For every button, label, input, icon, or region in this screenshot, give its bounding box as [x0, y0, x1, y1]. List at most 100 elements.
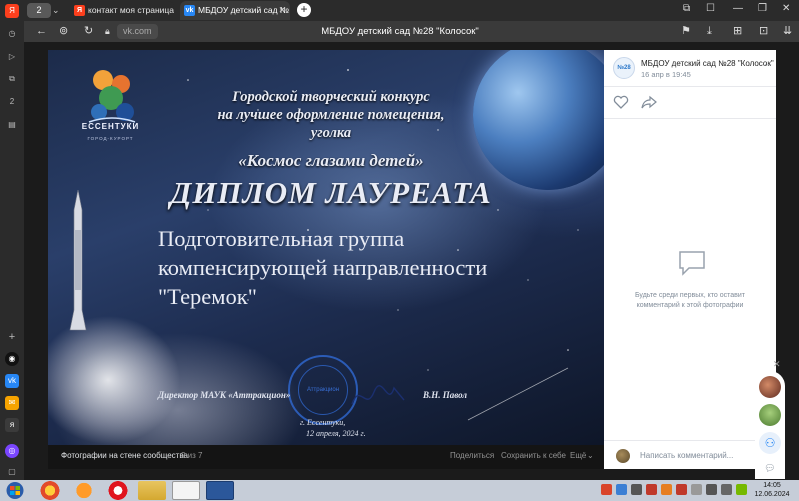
tray-app-icon[interactable] [601, 484, 612, 495]
stamp-text: Аттракцион [306, 387, 340, 393]
alice-icon[interactable]: ◎ [5, 444, 19, 458]
yandex-browser-taskbar-icon[interactable] [36, 481, 64, 500]
photo-counter: 2 из 7 [181, 451, 203, 460]
options-more-button[interactable]: ··· [764, 60, 772, 69]
chevron-down-icon[interactable]: ⌄ [587, 451, 594, 460]
tabs-icon[interactable]: ⧉ [5, 72, 19, 86]
photo-info-panel: №28 МБДОУ детский сад №28 "Колосок" 16 а… [604, 50, 776, 469]
play-icon[interactable]: ▷ [5, 50, 19, 64]
tray-app-icon[interactable] [661, 484, 672, 495]
system-clock[interactable]: 14:05 12.06.2024 [752, 481, 792, 499]
share-link[interactable]: Поделиться [450, 451, 494, 460]
extensions-icon[interactable]: ⊞ [733, 24, 742, 39]
tab-list-chevron-icon[interactable]: ⌄ [52, 3, 62, 18]
yandex-alice-icon[interactable]: Я [5, 4, 19, 18]
browser-tab-bar: 2 ⌄ Я контакт моя страница -- vk МБДОУ д… [0, 0, 799, 21]
tab-counter-button[interactable]: 2 [27, 3, 51, 18]
lock-icon: 🔒︎ [105, 26, 110, 36]
mail-icon[interactable]: ✉ [5, 396, 19, 410]
windows-start-button[interactable] [4, 481, 26, 500]
protect-shield-icon[interactable]: ⊚ [59, 24, 68, 39]
photo-viewer[interactable]: ЕССЕНТУКИ ГОРОД-КУРОРТ Городской творчес… [48, 50, 604, 445]
yandex-icon[interactable]: я [5, 418, 19, 432]
bot-avatar[interactable]: ⚇ [759, 432, 781, 454]
reload-icon[interactable]: ↻ [84, 24, 93, 39]
downloads-badge-icon[interactable]: ⇊ [783, 24, 792, 39]
nvidia-icon[interactable] [736, 484, 747, 495]
tab-label: МБДОУ детский сад № [198, 5, 290, 15]
clock-date: 12.06.2024 [754, 491, 790, 498]
new-tab-button[interactable]: + [297, 3, 311, 17]
contest-heading: Городской творческий конкурс на лучшее о… [108, 88, 554, 142]
tabs-view-icon[interactable]: ⧉ [683, 3, 690, 14]
ai-assistant-icon[interactable]: ◉ [5, 352, 19, 366]
divider [604, 118, 776, 119]
media-player-taskbar-icon[interactable] [70, 481, 98, 500]
share-arrow-icon[interactable] [641, 95, 657, 109]
album-caption-link[interactable]: Фотографии на стене сообщества [61, 451, 188, 460]
file-explorer-taskbar-icon[interactable] [138, 481, 166, 500]
director-name: В.Н. Павол [423, 390, 468, 400]
restore-window-button[interactable]: ❐ [758, 3, 767, 14]
sidebar-settings-icon[interactable]: ▢ [5, 465, 19, 479]
bookmark-flag-icon[interactable]: ⚑ [681, 24, 691, 39]
tray-app-icon[interactable] [646, 484, 657, 495]
director-label: Директор МАУК «Аттракцион» [158, 390, 291, 400]
tray-app-icon[interactable] [631, 484, 642, 495]
messages-chat-icon[interactable]: 💬︎ [759, 457, 781, 479]
tray-app-icon[interactable] [616, 484, 627, 495]
post-date: 16 апр в 19:45 [641, 70, 691, 79]
more-link[interactable]: Ещё [570, 451, 586, 460]
browser-sidebar: Я ◷ ▷ ⧉ 2 ▤ + ◉ vk ✉ я ◎ ▢ [0, 0, 24, 480]
certificate-place: г. Ессентуки, [300, 418, 346, 427]
bookmarks-icon[interactable]: ☐ [706, 3, 715, 14]
vk-icon[interactable]: vk [5, 374, 19, 388]
close-window-button[interactable]: ✕ [782, 3, 790, 14]
network-icon[interactable] [721, 484, 732, 495]
save-to-mine-link[interactable]: Сохранить к себе [501, 451, 566, 460]
windows-taskbar: 14:05 12.06.2024 [0, 480, 799, 501]
screen: 2 ⌄ Я контакт моя страница -- vk МБДОУ д… [0, 0, 799, 501]
word-taskbar-icon[interactable] [206, 481, 234, 500]
like-heart-icon[interactable] [613, 95, 629, 109]
divider [604, 86, 776, 87]
director-signature [351, 385, 405, 405]
yandex-icon: Я [74, 5, 85, 16]
opera-taskbar-icon[interactable] [104, 481, 132, 500]
rocket-image [69, 190, 87, 331]
add-panel-icon[interactable]: + [5, 330, 19, 344]
community-avatar[interactable]: №28 [613, 57, 635, 79]
tray-app-icon[interactable] [676, 484, 687, 495]
download-icon[interactable]: ⤓ [707, 24, 712, 39]
browser-toolbar: ← ⊚ ↻ 🔒︎ vk.com МБДОУ детский сад №28 "К… [0, 21, 799, 42]
minimize-window-button[interactable]: — [733, 3, 743, 14]
tray-app-icon[interactable] [706, 484, 717, 495]
dock-close-icon[interactable]: ✕ [773, 359, 781, 370]
recipient-line: Подготовительная группа [158, 226, 405, 251]
user-avatar [616, 449, 630, 463]
close-tab-icon[interactable]: ✕ [278, 1, 286, 20]
community-name-link[interactable]: МБДОУ детский сад №28 "Колосок" [641, 59, 774, 68]
messenger-dock: ⚇ 💬︎ [755, 371, 785, 479]
collections-icon[interactable]: ⊡ [759, 24, 768, 39]
contest-theme: «Космос глазами детей» [238, 151, 424, 170]
diploma-title: ДИПЛОМ ЛАУРЕАТА [170, 175, 492, 210]
tab-contact-page[interactable]: Я контакт моя страница -- [70, 1, 174, 20]
counter-icon[interactable]: 2 [5, 95, 19, 109]
certificate-date: 12 апреля, 2024 г. [306, 429, 366, 438]
contest-line: на лучшее оформление помещения, [217, 107, 445, 123]
photo-viewer-bottom-bar: Фотографии на стене сообщества 2 из 7 По… [48, 445, 604, 469]
chat-avatar[interactable] [759, 376, 781, 398]
recipient-text: Подготовительная группа компенсирующей н… [158, 224, 598, 311]
recipient-line: "Теремок" [158, 284, 257, 309]
comment-input[interactable]: Написать комментарий... [640, 451, 733, 460]
history-icon[interactable]: ◷ [5, 27, 19, 41]
recipient-line: компенсирующей направленности [158, 255, 488, 280]
notes-icon[interactable]: ▤ [5, 118, 19, 132]
chat-avatar[interactable] [759, 404, 781, 426]
tab-vk-community[interactable]: vk МБДОУ детский сад № ✕ [180, 1, 290, 20]
document-taskbar-icon[interactable] [172, 481, 200, 500]
tray-app-icon[interactable] [691, 484, 702, 495]
address-bar[interactable]: vk.com [117, 24, 158, 39]
back-arrow-icon[interactable]: ← [36, 24, 47, 39]
